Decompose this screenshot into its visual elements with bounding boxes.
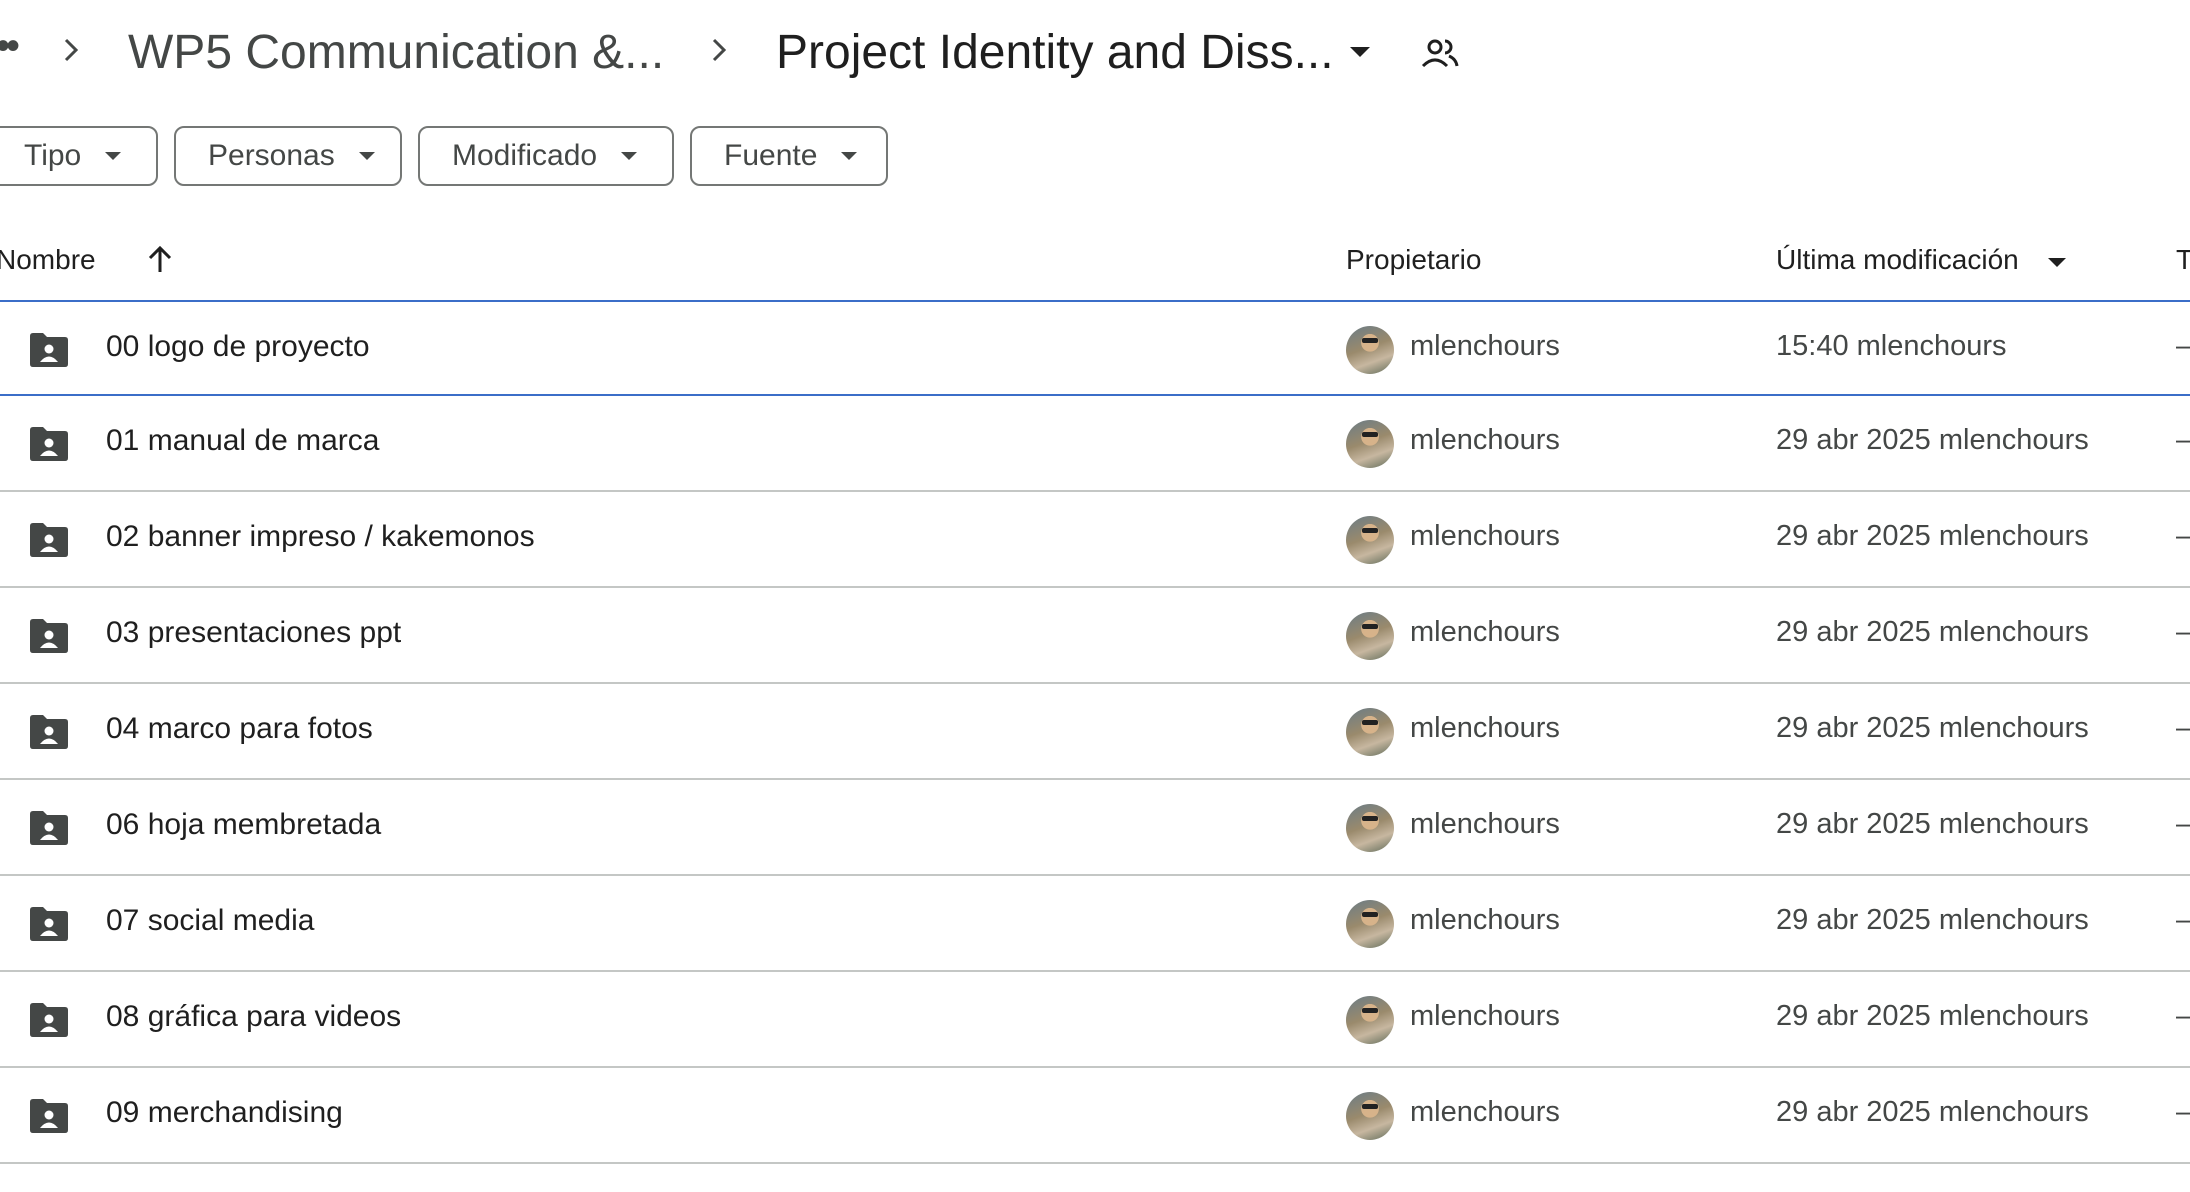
- last-modified: 29 abr 2025 mlenchours: [1776, 1000, 2089, 1032]
- last-modified: 29 abr 2025 mlenchours: [1776, 904, 2089, 936]
- people-icon[interactable]: [1420, 36, 1460, 72]
- owner-avatar: [1346, 708, 1394, 756]
- last-modified: 29 abr 2025 mlenchours: [1776, 616, 2089, 648]
- file-name[interactable]: 09 merchandising: [106, 1096, 343, 1130]
- owner-name: mlenchours: [1410, 712, 1560, 744]
- table-row[interactable]: 08 gráfica para videos mlenchours 29 abr 2…: [0, 972, 2190, 1068]
- shared-folder-icon: [28, 426, 70, 462]
- file-size: —: [2176, 616, 2190, 649]
- breadcrumb: •• WP5 Communication &... Project Identi…: [0, 0, 2190, 108]
- last-modified: 29 abr 2025 mlenchours: [1776, 1096, 2089, 1128]
- sort-ascending-icon[interactable]: [144, 244, 176, 276]
- column-header-name[interactable]: Nombre: [0, 244, 96, 276]
- owner-name: mlenchours: [1410, 424, 1560, 456]
- arrow-drop-down-icon[interactable]: [1348, 44, 1372, 60]
- file-name[interactable]: 00 logo de proyecto: [106, 330, 370, 364]
- owner-name: mlenchours: [1410, 520, 1560, 552]
- file-name[interactable]: 02 banner impreso / kakemonos: [106, 520, 535, 554]
- file-name[interactable]: 03 presentaciones ppt: [106, 616, 401, 650]
- arrow-drop-down-icon: [358, 152, 375, 160]
- chevron-right-icon: [60, 30, 84, 70]
- file-size: —: [2176, 712, 2190, 745]
- shared-folder-icon: [28, 522, 70, 558]
- file-size: —: [2176, 520, 2190, 553]
- table-row[interactable]: 07 social media mlenchours 29 abr 2025 mle…: [0, 876, 2190, 972]
- owner-avatar: [1346, 420, 1394, 468]
- file-name[interactable]: 04 marco para fotos: [106, 712, 373, 746]
- filter-bar: Tipo Personas Modificado Fuente: [0, 126, 2190, 190]
- shared-folder-icon: [28, 1098, 70, 1134]
- owner-avatar: [1346, 900, 1394, 948]
- filter-source-chip[interactable]: Fuente: [690, 126, 888, 186]
- owner-name: mlenchours: [1410, 330, 1560, 362]
- owner-avatar: [1346, 612, 1394, 660]
- shared-folder-icon: [28, 332, 70, 368]
- owner-avatar: [1346, 996, 1394, 1044]
- last-modified: 29 abr 2025 mlenchours: [1776, 520, 2089, 552]
- table-row[interactable]: 00 logo de proyecto mlenchours 15:40 mlenc…: [0, 300, 2190, 396]
- column-header-owner[interactable]: Propietario: [1346, 244, 1481, 276]
- shared-folder-icon: [28, 1002, 70, 1038]
- shared-folder-icon: [28, 714, 70, 750]
- filter-people-label: Personas: [208, 139, 335, 172]
- last-modified: 29 abr 2025 mlenchours: [1776, 424, 2089, 456]
- table-row[interactable]: 01 manual de marca mlenchours 29 abr 2025 …: [0, 396, 2190, 492]
- file-name[interactable]: 06 hoja membretada: [106, 808, 381, 842]
- owner-avatar: [1346, 326, 1394, 374]
- arrow-drop-down-icon: [105, 152, 122, 160]
- owner-name: mlenchours: [1410, 808, 1560, 840]
- owner-name: mlenchours: [1410, 904, 1560, 936]
- table-row[interactable]: 02 banner impreso / kakemonos mlenchours 2…: [0, 492, 2190, 588]
- file-size: —: [2176, 1096, 2190, 1129]
- owner-name: mlenchours: [1410, 1096, 1560, 1128]
- column-header-modified[interactable]: Última modificación: [1776, 244, 2019, 276]
- filter-modified-chip[interactable]: Modificado: [418, 126, 674, 186]
- breadcrumb-overflow-button[interactable]: ••: [0, 24, 20, 69]
- owner-avatar: [1346, 1092, 1394, 1140]
- chevron-right-icon: [708, 30, 732, 70]
- shared-folder-icon: [28, 618, 70, 654]
- owner-name: mlenchours: [1410, 1000, 1560, 1032]
- file-name[interactable]: 08 gráfica para videos: [106, 1000, 401, 1034]
- filter-source-label: Fuente: [724, 139, 818, 172]
- arrow-drop-down-icon: [621, 152, 638, 160]
- filter-modified-label: Modificado: [452, 139, 598, 172]
- breadcrumb-parent-folder[interactable]: WP5 Communication &...: [128, 20, 664, 86]
- filter-type-label: Tipo: [24, 139, 82, 172]
- last-modified: 29 abr 2025 mlenchours: [1776, 712, 2089, 744]
- file-size: —: [2176, 1000, 2190, 1033]
- last-modified: 29 abr 2025 mlenchours: [1776, 808, 2089, 840]
- owner-name: mlenchours: [1410, 616, 1560, 648]
- shared-folder-icon: [28, 810, 70, 846]
- last-modified: 15:40 mlenchours: [1776, 330, 2007, 362]
- file-size: —: [2176, 904, 2190, 937]
- table-header: Nombre Propietario Última modificación T: [0, 228, 2190, 302]
- arrow-drop-down-icon: [841, 152, 858, 160]
- arrow-drop-down-icon[interactable]: [2048, 258, 2066, 267]
- table-row[interactable]: 06 hoja membretada mlenchours 29 abr 2025 …: [0, 780, 2190, 876]
- file-name[interactable]: 01 manual de marca: [106, 424, 380, 458]
- shared-folder-icon: [28, 906, 70, 942]
- breadcrumb-current-folder[interactable]: Project Identity and Diss...: [776, 20, 1334, 86]
- owner-avatar: [1346, 516, 1394, 564]
- file-name[interactable]: 07 social media: [106, 904, 314, 938]
- table-row[interactable]: 03 presentaciones ppt mlenchours 29 abr 20…: [0, 588, 2190, 684]
- file-size: —: [2176, 330, 2190, 363]
- filter-people-chip[interactable]: Personas: [174, 126, 402, 186]
- file-size: —: [2176, 808, 2190, 841]
- filter-type-chip[interactable]: Tipo: [0, 126, 158, 186]
- file-size: —: [2176, 424, 2190, 457]
- owner-avatar: [1346, 804, 1394, 852]
- table-row[interactable]: 09 merchandising mlenchours 29 abr 2025 ml…: [0, 1068, 2190, 1164]
- column-header-size[interactable]: T: [2176, 244, 2190, 276]
- table-row[interactable]: 04 marco para fotos mlenchours 29 abr 2025…: [0, 684, 2190, 780]
